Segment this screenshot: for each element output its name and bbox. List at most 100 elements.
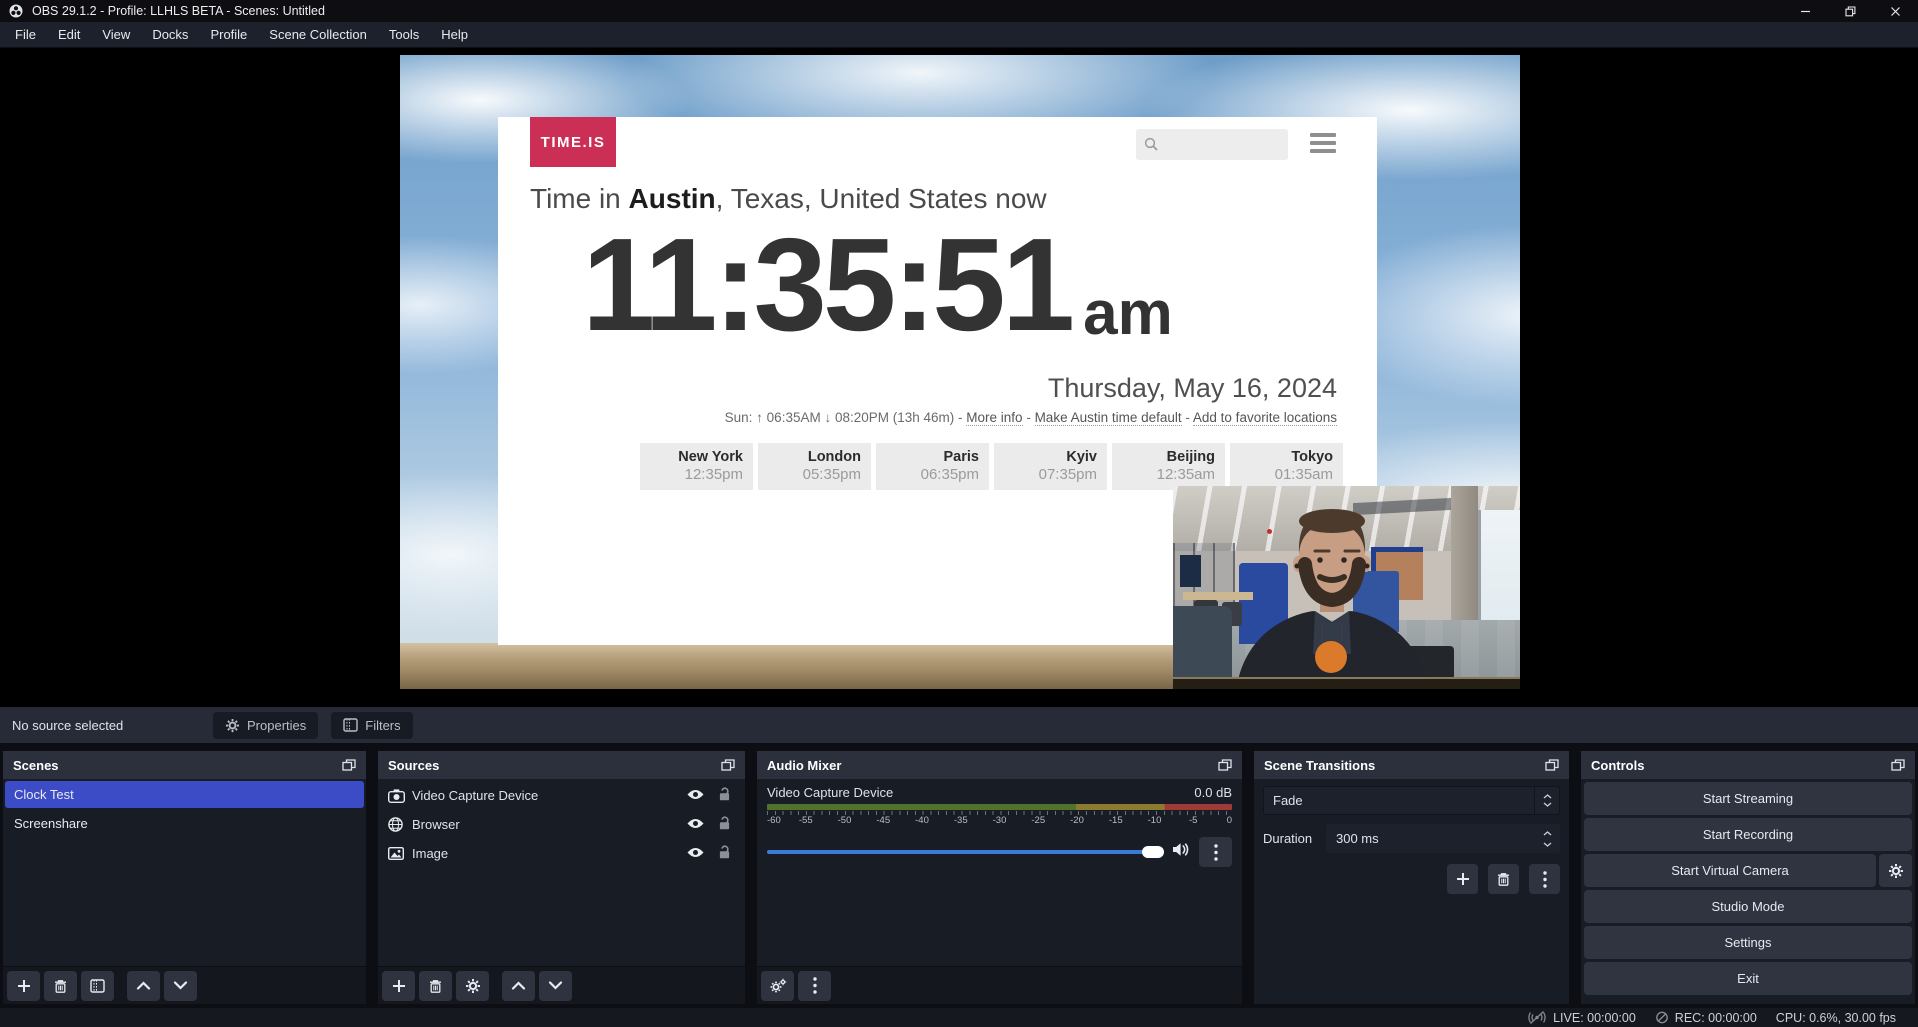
volume-slider[interactable] [767, 850, 1163, 854]
mixer-menu-button[interactable] [798, 971, 831, 1001]
add-source-button[interactable] [382, 971, 415, 1001]
visibility-eye-icon[interactable] [686, 788, 705, 804]
menu-tools[interactable]: Tools [378, 22, 430, 47]
remove-scene-button[interactable] [44, 971, 77, 1001]
scene-item-screenshare[interactable]: Screenshare [5, 810, 364, 837]
kebab-menu-icon [1214, 844, 1218, 861]
image-icon [388, 847, 412, 860]
add-favorite-link: Add to favorite locations [1193, 410, 1337, 426]
start-recording-button[interactable]: Start Recording [1584, 818, 1912, 851]
hamburger-menu-icon [1310, 133, 1336, 153]
more-info-link: More info [966, 410, 1022, 426]
city-box-new-york: New York12:35pm [640, 443, 753, 490]
menu-profile[interactable]: Profile [199, 22, 258, 47]
minimize-button[interactable] [1783, 0, 1828, 22]
menu-view[interactable]: View [91, 22, 141, 47]
mixer-level-db: 0.0 dB [1194, 785, 1232, 800]
visibility-eye-icon[interactable] [686, 846, 705, 862]
add-transition-button[interactable] [1447, 864, 1478, 894]
webcam-overlay-source[interactable] [1173, 486, 1520, 689]
chevron-up-icon [511, 981, 526, 990]
titlebar: OBS 29.1.2 - Profile: LLHLS BETA - Scene… [0, 0, 1918, 22]
scene-filters-button[interactable] [81, 971, 114, 1001]
start-streaming-button[interactable]: Start Streaming [1584, 782, 1912, 815]
controls-panel-title: Controls [1591, 758, 1644, 773]
no-source-selected-label: No source selected [12, 718, 213, 733]
advanced-audio-button[interactable] [761, 971, 794, 1001]
lock-open-icon[interactable] [718, 845, 731, 862]
transition-select[interactable]: Fade [1263, 786, 1560, 815]
studio-mode-button[interactable]: Studio Mode [1584, 890, 1912, 923]
minimize-icon [1800, 6, 1811, 17]
lock-open-icon[interactable] [718, 816, 731, 833]
scenes-panel: Scenes Clock Test Screenshare [2, 750, 367, 1005]
remove-transition-button[interactable] [1488, 864, 1519, 894]
gear-icon [465, 978, 481, 994]
volume-meter [767, 804, 1232, 810]
restore-button[interactable] [1828, 0, 1873, 22]
filters-button[interactable]: Filters [331, 712, 412, 739]
search-icon [1144, 137, 1159, 152]
properties-button[interactable]: Properties [213, 712, 318, 739]
program-video-frame[interactable]: TIME.IS Time in Austin, Texas, United St… [400, 55, 1520, 689]
volume-slider-handle[interactable] [1142, 846, 1164, 858]
trash-icon [54, 979, 67, 993]
popout-icon[interactable] [721, 759, 735, 771]
move-scene-up-button[interactable] [127, 971, 160, 1001]
clock-digits: 11:35:51 [582, 219, 1071, 351]
city-box-tokyo: Tokyo01:35am [1230, 443, 1343, 490]
spin-down-icon [1543, 842, 1552, 847]
city-box-beijing: Beijing12:35am [1112, 443, 1225, 490]
popout-icon[interactable] [1545, 759, 1559, 771]
camera-icon [388, 789, 412, 803]
mixer-channel-menu-button[interactable] [1199, 837, 1232, 867]
trash-icon [1497, 872, 1510, 886]
chevron-up-icon [1543, 794, 1552, 799]
source-item-video-capture[interactable]: Video Capture Device [378, 783, 745, 808]
visibility-eye-icon[interactable] [686, 817, 705, 833]
lock-open-icon[interactable] [718, 787, 731, 804]
add-scene-button[interactable] [7, 971, 40, 1001]
close-button[interactable] [1873, 0, 1918, 22]
move-source-up-button[interactable] [502, 971, 535, 1001]
popout-icon[interactable] [342, 759, 356, 771]
remove-source-button[interactable] [419, 971, 452, 1001]
menu-docks[interactable]: Docks [141, 22, 199, 47]
speaker-icon[interactable] [1172, 842, 1190, 862]
source-item-image[interactable]: Image [378, 841, 745, 866]
timeis-clock: 11:35:51 am [582, 219, 1173, 351]
source-toolbar: No source selected Properties Filters [0, 707, 1918, 743]
source-item-browser[interactable]: Browser [378, 812, 745, 837]
restore-icon [1845, 6, 1856, 17]
meter-scale: -60-55-50-45-40-35-30-25-20-15-10-50 [767, 815, 1232, 827]
gear-icon [225, 718, 240, 733]
stream-inactive-icon [1527, 1011, 1547, 1024]
preview-canvas[interactable]: TIME.IS Time in Austin, Texas, United St… [0, 48, 1918, 707]
live-status: LIVE: 00:00:00 [1527, 1011, 1636, 1025]
move-scene-down-button[interactable] [164, 971, 197, 1001]
transitions-panel-title: Scene Transitions [1264, 758, 1375, 773]
window-title: OBS 29.1.2 - Profile: LLHLS BETA - Scene… [32, 4, 325, 18]
exit-button[interactable]: Exit [1584, 962, 1912, 995]
menu-file[interactable]: File [4, 22, 47, 47]
gear-icon [1888, 863, 1904, 879]
city-box-kyiv: Kyiv07:35pm [994, 443, 1107, 490]
virtual-camera-config-button[interactable] [1879, 854, 1912, 887]
popout-icon[interactable] [1218, 759, 1232, 771]
settings-button[interactable]: Settings [1584, 926, 1912, 959]
start-virtual-camera-button[interactable]: Start Virtual Camera [1584, 854, 1876, 887]
scene-item-clock-test[interactable]: Clock Test [5, 781, 364, 808]
filters-icon [90, 979, 105, 993]
menu-help[interactable]: Help [430, 22, 479, 47]
move-source-down-button[interactable] [539, 971, 572, 1001]
chevron-down-icon [1543, 802, 1552, 807]
popout-icon[interactable] [1891, 759, 1905, 771]
menubar: File Edit View Docks Profile Scene Colle… [0, 22, 1918, 48]
menu-scene-collection[interactable]: Scene Collection [258, 22, 378, 47]
transition-menu-button[interactable] [1529, 864, 1560, 894]
timeis-sun-line: Sun: ↑ 06:35AM ↓ 08:20PM (13h 46m) - Mor… [725, 410, 1337, 425]
sources-panel: Sources Video Capture Device Browser [377, 750, 746, 1005]
duration-spinbox[interactable]: 300 ms [1326, 824, 1560, 853]
source-properties-button[interactable] [456, 971, 489, 1001]
menu-edit[interactable]: Edit [47, 22, 91, 47]
